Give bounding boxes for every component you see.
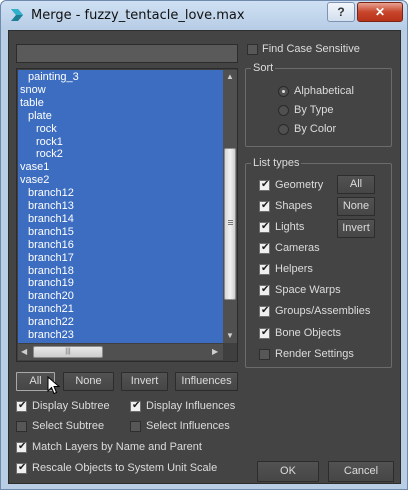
sort-alphabetical-label: Alphabetical [294, 85, 354, 97]
object-list-item[interactable]: snow [20, 84, 46, 97]
cameras-label: Cameras [275, 242, 320, 254]
object-list-item[interactable]: branch16 [28, 239, 74, 252]
helpers-label: Helpers [275, 263, 313, 275]
title-bar[interactable]: Merge - fuzzy_tentacle_love.max ? ✕ [1, 1, 407, 29]
object-list-item[interactable]: branch21 [28, 303, 74, 316]
horizontal-scrollbar[interactable]: ◀ ||| ▶ [18, 344, 223, 360]
bone-objects-label: Bone Objects [275, 327, 342, 339]
object-list-item[interactable]: branch15 [28, 226, 74, 239]
object-list-item[interactable]: painting_3 [28, 71, 79, 84]
filter-input[interactable] [16, 44, 238, 63]
match-layers-label: Match Layers by Name and Parent [32, 441, 202, 453]
object-list-item[interactable]: plate [28, 110, 52, 123]
display-influences-label: Display Influences [146, 400, 236, 412]
select-subtree-checkbox[interactable] [16, 421, 27, 432]
help-button[interactable]: ? [327, 2, 355, 22]
render-settings-checkbox[interactable] [259, 349, 270, 360]
select-subtree-label: Select Subtree [32, 420, 105, 432]
cameras-checkbox[interactable] [259, 242, 270, 254]
object-list-items[interactable]: painting_3 snow table plate rock rock1 rock2 va… [18, 70, 223, 343]
close-button[interactable]: ✕ [357, 2, 403, 22]
object-list-item[interactable]: branch14 [28, 213, 74, 226]
scroll-left-arrow-icon[interactable]: ◀ [21, 348, 27, 356]
space-warps-label: Space Warps [275, 284, 341, 296]
select-influences-label: Select Influences [146, 420, 230, 432]
horizontal-scroll-thumb[interactable]: ||| [33, 346, 103, 358]
groups-assemblies-checkbox[interactable] [259, 305, 270, 317]
display-subtree-label: Display Subtree [32, 400, 110, 412]
ok-button[interactable]: OK [257, 461, 319, 482]
window-title: Merge - fuzzy_tentacle_love.max [31, 8, 245, 23]
shapes-label: Shapes [275, 200, 313, 212]
geometry-label: Geometry [275, 179, 324, 191]
vertical-scrollbar[interactable]: ▲ ▼ [223, 70, 237, 343]
helpers-checkbox[interactable] [259, 263, 270, 275]
object-list-item[interactable]: branch23 [28, 329, 74, 342]
object-list-item[interactable]: rock1 [36, 136, 63, 149]
sort-by-type-label: By Type [294, 104, 334, 116]
object-list-item[interactable]: vase1 [20, 161, 49, 174]
lights-checkbox[interactable] [259, 221, 270, 233]
sort-by-type-radio[interactable] [278, 105, 289, 116]
select-none-button[interactable]: None [63, 372, 114, 391]
dialog-body: painting_3 snow table plate rock rock1 rock2 va… [8, 30, 401, 484]
shapes-checkbox[interactable] [259, 200, 270, 212]
space-warps-checkbox[interactable] [259, 284, 270, 296]
mouse-pointer-icon [47, 376, 61, 395]
scroll-right-arrow-icon[interactable]: ▶ [212, 348, 218, 356]
vertical-scroll-thumb[interactable] [224, 148, 236, 300]
object-list-item[interactable]: branch12 [28, 187, 74, 200]
sort-group-title: Sort [251, 62, 276, 74]
find-case-sensitive-label: Find Case Sensitive [262, 43, 360, 55]
list-types-none-button[interactable]: None [337, 197, 375, 216]
geometry-checkbox[interactable] [259, 179, 270, 191]
merge-dialog: Merge - fuzzy_tentacle_love.max ? ✕ pain… [0, 0, 408, 490]
render-settings-label: Render Settings [275, 348, 354, 360]
object-list[interactable]: painting_3 snow table plate rock rock1 rock2 va… [16, 68, 238, 362]
bone-objects-checkbox[interactable] [259, 327, 270, 339]
select-influences-checkbox[interactable] [130, 421, 141, 432]
cancel-button[interactable]: Cancel [328, 461, 394, 482]
object-list-item[interactable]: table [20, 97, 44, 110]
rescale-objects-label: Rescale Objects to System Unit Scale [32, 462, 218, 474]
rescale-objects-checkbox[interactable] [16, 462, 27, 474]
object-list-item[interactable]: rock [36, 123, 57, 136]
sort-alphabetical-radio[interactable] [278, 86, 289, 97]
object-list-item[interactable]: branch18 [28, 265, 74, 278]
scroll-up-arrow-icon[interactable]: ▲ [226, 73, 234, 81]
display-influences-checkbox[interactable] [130, 400, 141, 412]
object-list-item[interactable]: branch13 [28, 200, 74, 213]
list-types-invert-button[interactable]: Invert [337, 219, 375, 238]
scroll-down-arrow-icon[interactable]: ▼ [226, 332, 234, 340]
object-list-item[interactable]: rock2 [36, 148, 63, 161]
match-layers-checkbox[interactable] [16, 441, 27, 453]
select-invert-button[interactable]: Invert [121, 372, 168, 391]
list-types-group: List types Geometry All Shapes None Ligh… [245, 157, 392, 368]
object-list-item[interactable]: vase2 [20, 174, 49, 187]
object-list-item[interactable]: branch17 [28, 252, 74, 265]
sort-group: Sort Alphabetical By Type By Color [245, 62, 392, 147]
object-list-item[interactable]: branch22 [28, 316, 74, 329]
3ds-max-app-icon [11, 9, 23, 21]
list-types-group-title: List types [251, 157, 302, 169]
sort-by-color-radio[interactable] [278, 124, 289, 135]
object-list-item[interactable]: branch19 [28, 277, 74, 290]
object-list-item[interactable]: branch20 [28, 290, 74, 303]
select-influences-button[interactable]: Influences [175, 372, 238, 391]
display-subtree-checkbox[interactable] [16, 400, 27, 412]
find-case-sensitive-checkbox[interactable] [247, 44, 258, 55]
groups-assemblies-label: Groups/Assemblies [275, 305, 371, 317]
lights-label: Lights [275, 221, 305, 233]
list-types-all-button[interactable]: All [337, 175, 375, 194]
sort-by-color-label: By Color [294, 123, 337, 135]
